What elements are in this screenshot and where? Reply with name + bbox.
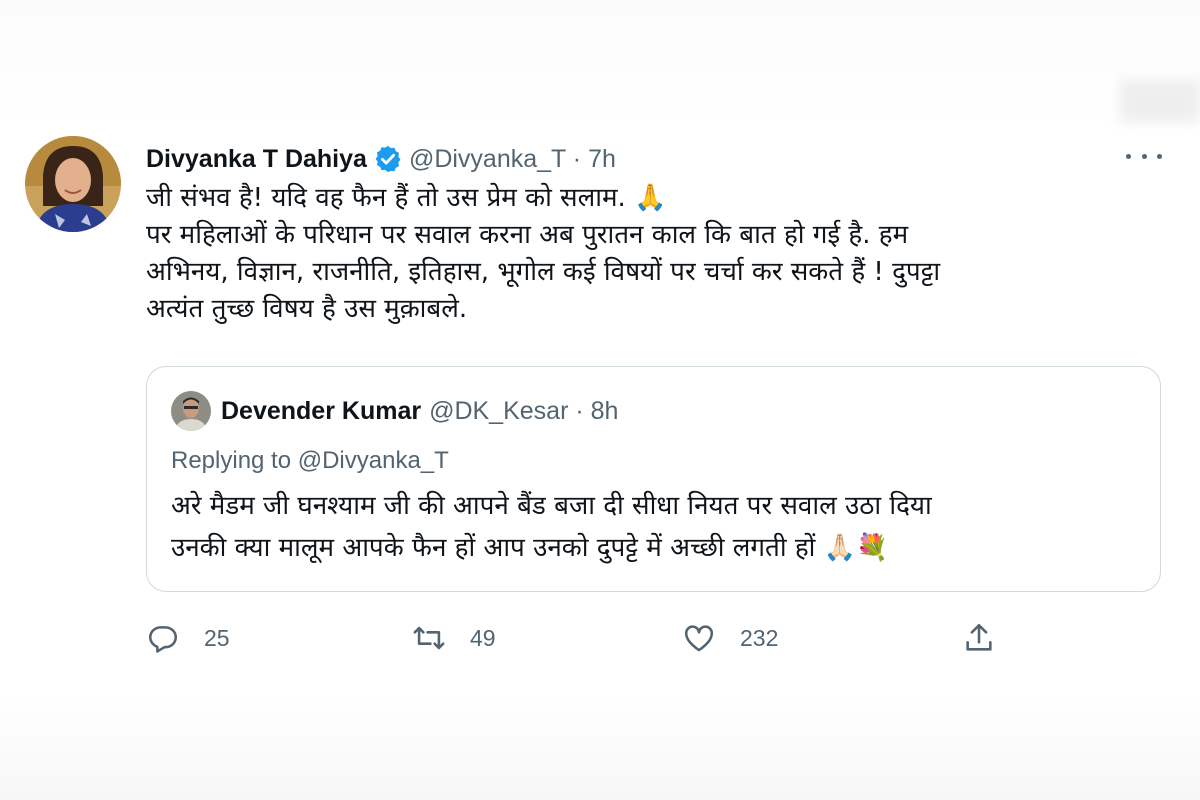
tweet-text: जी संभव है! यदि वह फैन हैं तो उस प्रेम क… <box>146 180 1126 328</box>
retweet-icon <box>412 621 446 655</box>
replying-to[interactable]: Replying to @Divyanka_T <box>171 447 449 475</box>
quoted-tweet[interactable]: Devender Kumar @DK_Kesar · 8h Replying t… <box>146 366 1161 592</box>
quoted-author-avatar <box>171 391 211 431</box>
tweet-text-line: जी संभव है! यदि वह फैन हैं तो उस प्रेम क… <box>146 183 667 213</box>
reply-count: 25 <box>204 624 230 651</box>
retweet-count: 49 <box>470 624 496 651</box>
tweet-card[interactable]: Divyanka T Dahiya @Divyanka_T · 7h जी सं… <box>0 128 1200 688</box>
quoted-text: अरे मैडम जी घनश्याम जी की आपने बैंड बजा … <box>171 485 1151 569</box>
author-name[interactable]: Divyanka T Dahiya <box>146 145 367 174</box>
more-icon[interactable] <box>1126 144 1162 168</box>
tweet-text-line: अभिनय, विज्ञान, राजनीति, इतिहास, भूगोल क… <box>146 257 941 287</box>
share-button[interactable] <box>962 618 996 658</box>
tweet-text-line: अत्यंत तुच्छ विषय है उस मुक़ाबले. <box>146 294 468 324</box>
like-button[interactable]: 232 <box>682 618 778 658</box>
like-icon <box>682 621 716 655</box>
verified-badge-icon <box>373 144 403 174</box>
tweet-header: Divyanka T Dahiya @Divyanka_T · 7h <box>146 142 616 176</box>
tweet-text-line: पर महिलाओं के परिधान पर सवाल करना अब पुर… <box>146 220 909 250</box>
author-avatar[interactable] <box>25 136 121 232</box>
like-count: 232 <box>740 624 779 651</box>
share-icon <box>962 621 996 655</box>
blurred-corner <box>1120 80 1200 122</box>
quoted-text-line: उनकी क्या मालूम आपके फैन हों आप उनको दुप… <box>171 533 889 563</box>
quoted-author-name[interactable]: Devender Kumar <box>221 397 421 426</box>
action-bar: 25 49 232 <box>146 618 1006 658</box>
author-handle-time[interactable]: @Divyanka_T · 7h <box>409 145 616 174</box>
reply-icon <box>146 621 180 655</box>
bottom-background <box>0 690 1200 800</box>
quoted-header: Devender Kumar @DK_Kesar · 8h <box>221 397 618 426</box>
reply-button[interactable]: 25 <box>146 618 230 658</box>
retweet-button[interactable]: 49 <box>412 618 496 658</box>
top-background <box>0 0 1200 125</box>
quoted-author-handle-time[interactable]: @DK_Kesar · 8h <box>429 397 618 426</box>
quoted-text-line: अरे मैडम जी घनश्याम जी की आपने बैंड बजा … <box>171 491 932 521</box>
